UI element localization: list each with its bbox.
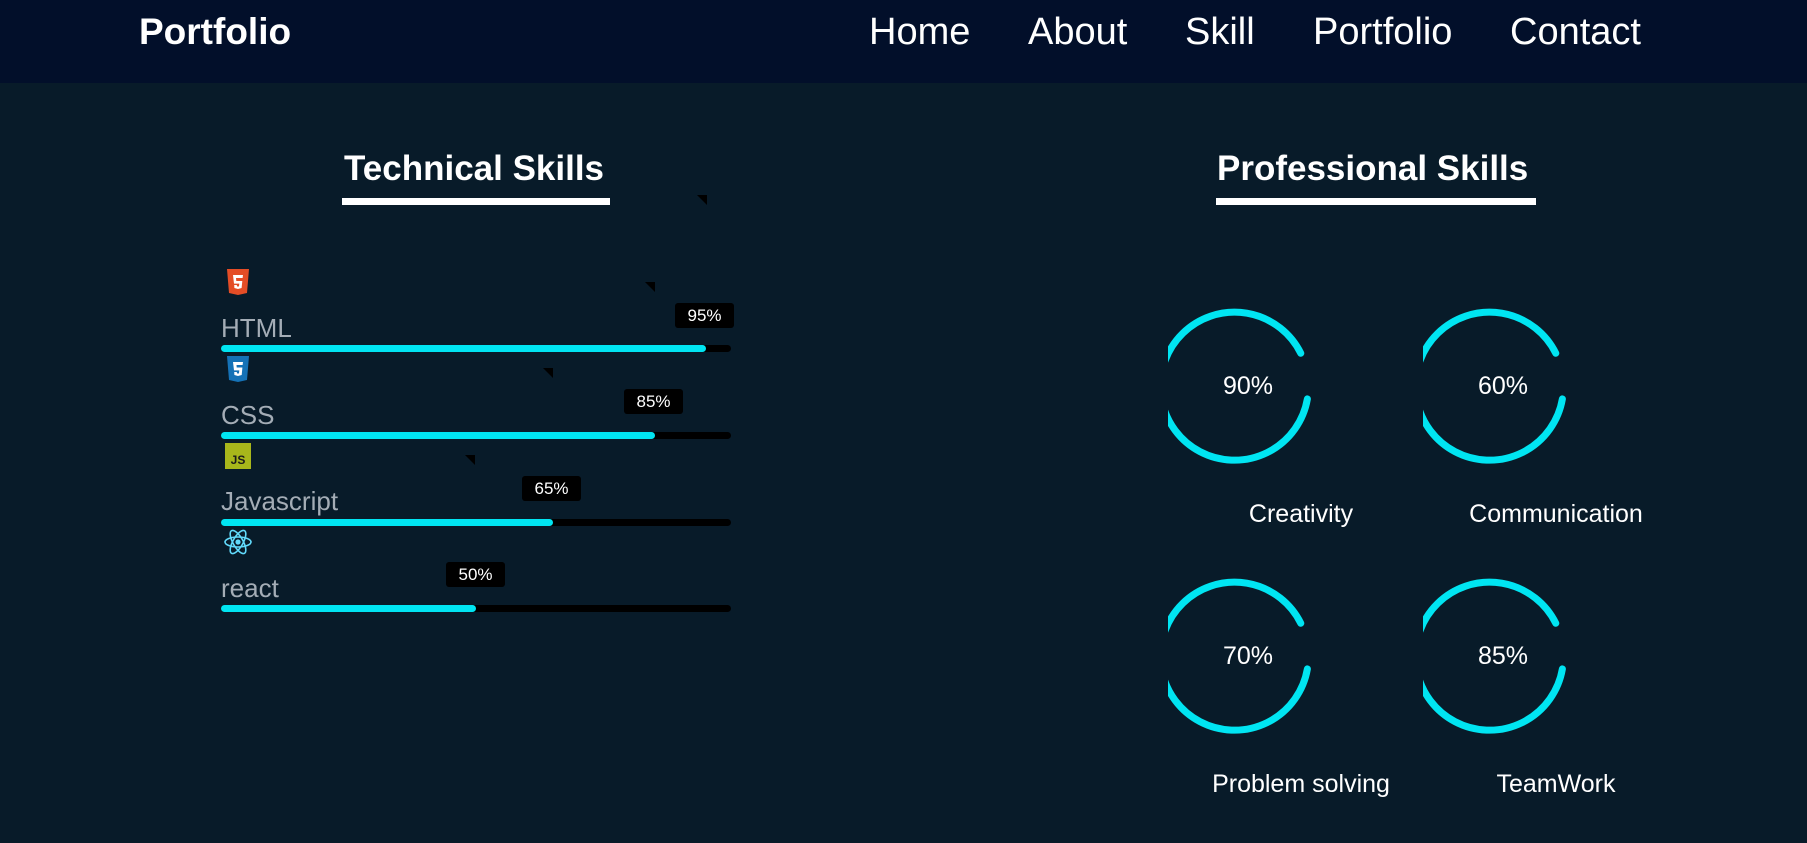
ring-percent-creativity: 90% bbox=[1222, 371, 1274, 400]
react-progress-track bbox=[221, 605, 731, 612]
nav-about[interactable]: About bbox=[1028, 9, 1127, 55]
css-progress-track bbox=[221, 432, 731, 439]
technical-skills-title: Technical Skills bbox=[344, 149, 605, 188]
skill-ring-communication: 60% bbox=[1423, 306, 1583, 466]
ring-percent-communication: 60% bbox=[1477, 371, 1529, 400]
react-icon bbox=[224, 528, 252, 556]
ring-percent-problem-solving: 70% bbox=[1222, 641, 1274, 670]
skill-name-javascript: Javascript bbox=[221, 486, 339, 516]
skill-name-react: react bbox=[221, 573, 279, 603]
skill-ring-creativity: 90% bbox=[1168, 306, 1328, 466]
react-percent-badge: 50% bbox=[446, 562, 505, 587]
nav-contact[interactable]: Contact bbox=[1510, 9, 1641, 55]
decorative-marker bbox=[465, 455, 475, 465]
css-progress-fill bbox=[221, 432, 655, 439]
svg-text:JS: JS bbox=[231, 453, 246, 467]
site-header: Portfolio Home About Skill Portfolio Con… bbox=[0, 0, 1807, 83]
javascript-percent-badge: 65% bbox=[522, 476, 581, 501]
nav-skill[interactable]: Skill bbox=[1185, 9, 1255, 55]
ring-percent-teamwork: 85% bbox=[1477, 641, 1529, 670]
javascript-progress-fill bbox=[221, 519, 553, 526]
html-percent-badge: 95% bbox=[675, 303, 734, 328]
skill-label-problem-solving: Problem solving bbox=[1212, 770, 1390, 798]
professional-title-underline bbox=[1216, 198, 1536, 205]
javascript-progress-track bbox=[221, 519, 731, 526]
css3-icon bbox=[225, 355, 251, 383]
react-progress-fill bbox=[221, 605, 476, 612]
nav-portfolio[interactable]: Portfolio bbox=[1313, 9, 1452, 55]
decorative-marker bbox=[645, 282, 655, 292]
skill-label-creativity: Creativity bbox=[1248, 500, 1354, 528]
skill-name-html: HTML bbox=[221, 313, 292, 343]
html-progress-fill bbox=[221, 345, 706, 352]
skill-ring-teamwork: 85% bbox=[1423, 576, 1583, 736]
skill-ring-problem-solving: 70% bbox=[1168, 576, 1328, 736]
skill-label-communication: Communication bbox=[1469, 500, 1643, 528]
logo[interactable]: Portfolio bbox=[139, 10, 291, 54]
skill-name-css: CSS bbox=[221, 400, 275, 430]
css-percent-badge: 85% bbox=[624, 389, 683, 414]
skill-label-teamwork: TeamWork bbox=[1496, 770, 1616, 798]
professional-skills-title: Professional Skills bbox=[1217, 149, 1529, 188]
nav-home[interactable]: Home bbox=[869, 9, 970, 55]
html-progress-track bbox=[221, 345, 731, 352]
javascript-icon: JS bbox=[225, 442, 251, 470]
technical-title-underline bbox=[342, 198, 610, 205]
html5-icon bbox=[225, 268, 251, 296]
decorative-marker bbox=[697, 195, 707, 205]
decorative-marker bbox=[543, 368, 553, 378]
